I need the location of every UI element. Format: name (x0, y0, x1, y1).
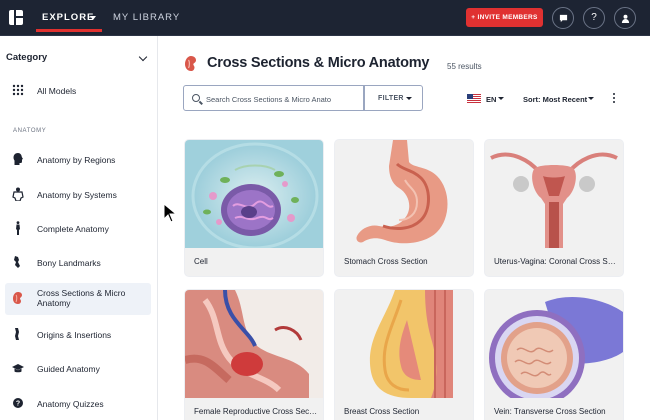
app-logo-icon[interactable] (9, 10, 23, 25)
page-title: Cross Sections & Micro Anatomy (207, 55, 430, 71)
kidney-icon (185, 56, 196, 71)
card-title: Stomach Cross Section (344, 257, 428, 266)
sidebar-item-guided-anatomy[interactable]: Guided Anatomy (5, 353, 151, 385)
chat-button[interactable] (552, 7, 574, 29)
results-count: 55 results (447, 62, 482, 71)
chevron-down-icon[interactable] (498, 97, 504, 100)
card-title: Cell (194, 257, 208, 266)
head-icon (13, 153, 23, 165)
graduation-cap-icon (12, 364, 24, 373)
sort-selector[interactable]: Sort: Most Recent (523, 95, 587, 104)
nav-explore-label: EXPLORE (42, 12, 95, 23)
sidebar-item-all-models[interactable]: All Models (5, 75, 151, 107)
top-navigation-bar: EXPLORE MY LIBRARY + INVITE MEMBERS ? (0, 0, 650, 36)
sidebar-item-origins-insertions[interactable]: Origins & Insertions (5, 319, 151, 351)
card-title: Uterus-Vagina: Coronal Cross Section (494, 257, 618, 266)
sidebar-item-label: Anatomy by Regions (37, 155, 116, 165)
model-card-vein[interactable]: Vein: Transverse Cross Section (485, 290, 623, 420)
model-card-cell[interactable]: Cell (185, 140, 323, 276)
model-card-uterus-vagina[interactable]: Uterus-Vagina: Coronal Cross Section (485, 140, 623, 276)
invite-members-button[interactable]: + INVITE MEMBERS (466, 8, 543, 27)
quiz-icon: ? (13, 398, 23, 408)
chevron-down-icon[interactable] (138, 52, 148, 62)
sidebar-item-cross-sections[interactable]: Cross Sections & Micro Anatomy (5, 283, 151, 315)
user-icon (621, 14, 629, 23)
breast-thumbnail (335, 290, 473, 398)
sidebar-item-label: Guided Anatomy (37, 364, 100, 374)
grid-icon (12, 84, 24, 96)
uterus-thumbnail (485, 140, 623, 248)
card-title: Vein: Transverse Cross Section (494, 407, 606, 416)
card-title: Breast Cross Section (344, 407, 420, 416)
sidebar-item-complete-anatomy[interactable]: Complete Anatomy (5, 213, 151, 245)
chevron-down-icon (406, 97, 412, 100)
chevron-down-icon[interactable] (588, 97, 594, 100)
more-options-icon[interactable] (612, 93, 616, 104)
sidebar-item-label: Cross Sections & Micro Anatomy (37, 288, 126, 308)
sidebar-item-label: Bony Landmarks (37, 258, 101, 268)
sidebar-item-anatomy-quizzes[interactable]: ? Anatomy Quizzes (5, 388, 151, 420)
filter-button[interactable]: FILTER (364, 85, 423, 111)
model-card-stomach[interactable]: Stomach Cross Section (335, 140, 473, 276)
category-heading: Category (6, 52, 48, 63)
model-card-female-reproductive[interactable]: Female Reproductive Cross Section (185, 290, 323, 420)
filter-label: FILTER (378, 95, 404, 102)
bone-icon (14, 256, 20, 268)
vein-thumbnail (485, 290, 623, 398)
card-title: Female Reproductive Cross Section (194, 407, 318, 416)
body-icon (16, 221, 20, 235)
sidebar-item-bony-landmarks[interactable]: Bony Landmarks (5, 247, 151, 279)
search-input[interactable] (206, 92, 361, 106)
sidebar-item-label: Origins & Insertions (37, 330, 112, 340)
female-reproductive-thumbnail (185, 290, 323, 398)
svg-text:?: ? (16, 401, 20, 408)
sidebar-item-label: Anatomy by Systems (37, 190, 117, 200)
sidebar-item-anatomy-by-systems[interactable]: Anatomy by Systems (5, 179, 151, 211)
language-selector[interactable]: EN (486, 95, 496, 104)
chat-icon (559, 14, 567, 23)
muscle-icon (15, 328, 19, 340)
cell-thumbnail (185, 140, 323, 248)
section-label-anatomy: ANATOMY (13, 128, 47, 134)
kidney-icon (13, 292, 22, 304)
us-flag-icon (467, 94, 481, 103)
sidebar-item-label: Complete Anatomy (37, 224, 109, 234)
sidebar-item-anatomy-by-regions[interactable]: Anatomy by Regions (5, 144, 151, 176)
nav-my-library[interactable]: MY LIBRARY (113, 12, 180, 23)
search-icon (192, 94, 200, 102)
nav-explore[interactable]: EXPLORE (36, 0, 102, 32)
model-card-breast[interactable]: Breast Cross Section (335, 290, 473, 420)
sidebar-item-label: All Models (37, 86, 77, 96)
search-box[interactable] (183, 85, 364, 111)
sidebar: Category All Models ANATOMY Anatomy by R… (0, 36, 158, 420)
chevron-down-icon (90, 16, 96, 20)
active-tab-indicator (36, 29, 102, 32)
help-button[interactable]: ? (583, 7, 605, 29)
sidebar-item-label: Anatomy Quizzes (37, 399, 104, 409)
torso-icon (12, 187, 24, 201)
stomach-thumbnail (335, 140, 473, 248)
profile-button[interactable] (614, 7, 636, 29)
mouse-cursor-icon (163, 203, 177, 223)
